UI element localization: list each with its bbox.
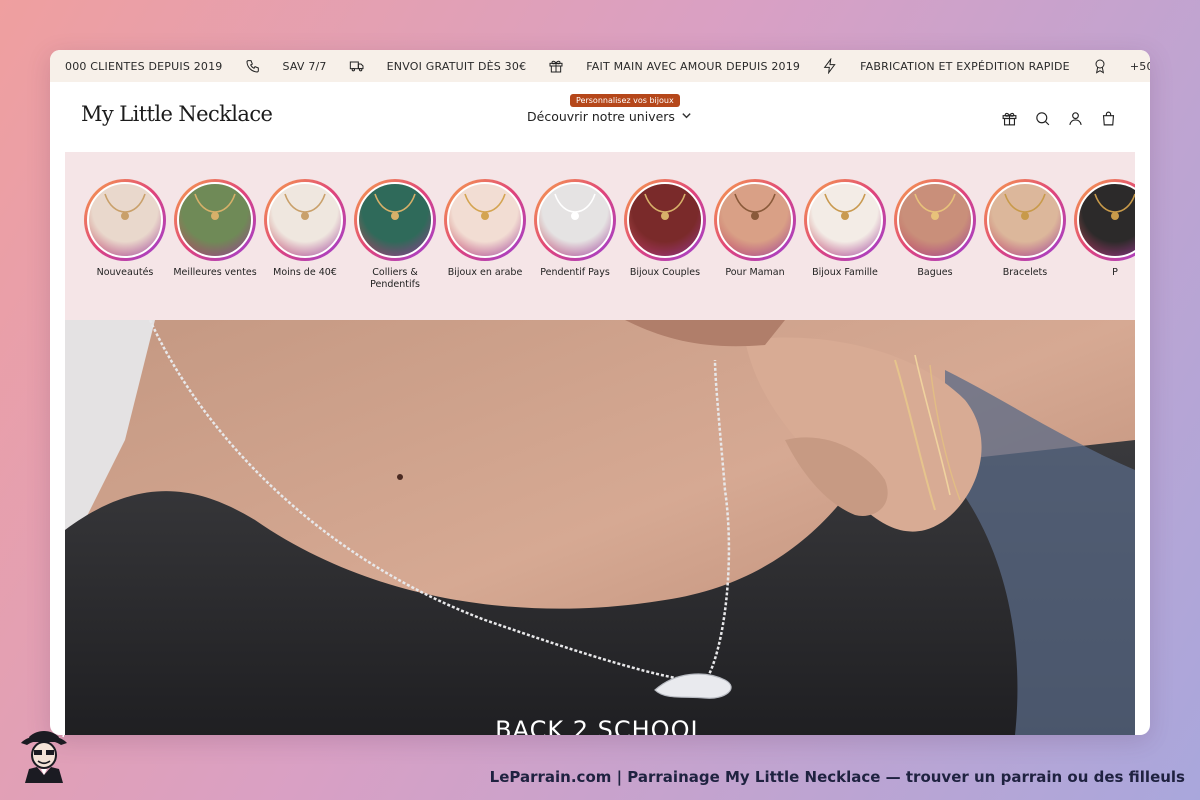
category-item[interactable]: Bijoux Famille: [800, 179, 890, 279]
category-item[interactable]: P: [1070, 179, 1135, 279]
category-carousel: Nouveautés Meilleures ventes Moins de 40€ C…: [65, 152, 1135, 320]
category-image: [1077, 182, 1135, 258]
ticker-item: FAIT MAIN AVEC AMOUR DEPUIS 2019: [575, 58, 849, 74]
category-label: Pendentif Pays: [540, 267, 610, 278]
ticker-item: FABRICATION ET EXPÉDITION RAPIDE: [849, 58, 1119, 74]
category-ring: [894, 179, 976, 261]
jewelry-illustration: [104, 193, 146, 220]
category-label: Bagues: [917, 267, 953, 278]
category-item[interactable]: Pour Maman: [710, 179, 800, 279]
ticker-text: 000 CLIENTES DEPUIS 2019: [65, 59, 223, 73]
chevron-down-icon: [681, 109, 692, 124]
hero-banner[interactable]: BACK 2 SCHOOL: [65, 320, 1135, 735]
gift-icon: [548, 58, 564, 74]
category-item[interactable]: Meilleures ventes: [170, 179, 260, 279]
jewelry-illustration: [644, 193, 686, 220]
category-label: P: [1112, 267, 1118, 278]
category-label: Nouveautés: [96, 267, 154, 278]
category-label: Meilleures ventes: [173, 267, 257, 278]
jewelry-illustration: [284, 193, 326, 220]
ticker-item: +500 000 CLIEN: [1119, 60, 1150, 73]
category-image: [897, 182, 973, 258]
category-ring: [84, 179, 166, 261]
category-item[interactable]: Bagues: [890, 179, 980, 279]
category-image: [807, 182, 883, 258]
promo-tag: Personnalisez vos bijoux: [570, 94, 680, 107]
category-ring: [1074, 179, 1135, 261]
jewelry-illustration: [464, 193, 506, 220]
category-image: [267, 182, 343, 258]
ticker-text: +500 000 CLIEN: [1129, 59, 1150, 73]
category-item[interactable]: Bijoux Couples: [620, 179, 710, 279]
ticker-text: FABRICATION ET EXPÉDITION RAPIDE: [860, 59, 1070, 73]
category-image: [537, 182, 613, 258]
hero-title: BACK 2 SCHOOL: [495, 716, 705, 735]
category-item[interactable]: Colliers & Pendentifs: [350, 179, 440, 291]
category-item[interactable]: Nouveautés: [80, 179, 170, 279]
category-image: [987, 182, 1063, 258]
category-label: Colliers & Pendentifs: [370, 267, 420, 290]
account-icon[interactable]: [1065, 108, 1085, 128]
category-ring: [984, 179, 1066, 261]
category-item[interactable]: Pendentif Pays: [530, 179, 620, 279]
ticker-text: SAV 7/7: [282, 59, 327, 73]
category-ring: [624, 179, 706, 261]
category-image: [717, 182, 793, 258]
ticker-item: SAV 7/7: [272, 58, 376, 74]
ticker-item: ENVOI GRATUIT DÈS 30€: [376, 58, 576, 74]
category-label: Bijoux Couples: [629, 267, 701, 278]
category-ring: [534, 179, 616, 261]
category-image: [177, 182, 253, 258]
category-label: Moins de 40€: [273, 267, 337, 278]
jewelry-illustration: [374, 193, 416, 220]
category-item[interactable]: Bijoux en arabe: [440, 179, 530, 279]
category-image: [357, 182, 433, 258]
page-caption: LeParrain.com | Parrainage My Little Nec…: [489, 768, 1185, 786]
site-header: My Little Necklace Personnalisez vos bij…: [50, 82, 1150, 152]
award-icon: [1092, 58, 1108, 74]
site-logo[interactable]: My Little Necklace: [81, 102, 273, 126]
lightning-icon: [822, 58, 838, 74]
category-ring: [714, 179, 796, 261]
jewelry-illustration: [734, 193, 776, 220]
discover-label: Découvrir notre univers: [527, 109, 675, 124]
category-item[interactable]: Bracelets: [980, 179, 1070, 279]
category-label: Bijoux Famille: [812, 267, 878, 278]
hero-image: [65, 320, 1135, 735]
ticker-text: ENVOI GRATUIT DÈS 30€: [386, 59, 527, 73]
jewelry-illustration: [824, 193, 866, 220]
cart-icon[interactable]: [1098, 108, 1118, 128]
category-ring: [174, 179, 256, 261]
ticker-text: FAIT MAIN AVEC AMOUR DEPUIS 2019: [586, 59, 801, 73]
search-icon[interactable]: [1032, 108, 1052, 128]
category-ring: [804, 179, 886, 261]
jewelry-illustration: [554, 193, 596, 220]
ticker-item: 000 CLIENTES DEPUIS 2019: [54, 58, 272, 74]
category-ring: [354, 179, 436, 261]
jewelry-illustration: [1094, 193, 1135, 220]
announcement-ticker: 000 CLIENTES DEPUIS 2019 SAV 7/7 ENVOI G…: [50, 50, 1150, 82]
browser-window: 000 CLIENTES DEPUIS 2019 SAV 7/7 ENVOI G…: [50, 50, 1150, 735]
jewelry-illustration: [1004, 193, 1046, 220]
category-label: Pour Maman: [725, 267, 785, 278]
category-item[interactable]: Moins de 40€: [260, 179, 350, 279]
category-image: [627, 182, 703, 258]
category-image: [87, 182, 163, 258]
category-label: Bijoux en arabe: [447, 267, 523, 278]
gift-icon[interactable]: [999, 108, 1019, 128]
category-ring: [444, 179, 526, 261]
phone-icon: [245, 58, 261, 74]
mascot-logo: [21, 728, 67, 783]
jewelry-illustration: [194, 193, 236, 220]
category-ring: [264, 179, 346, 261]
jewelry-illustration: [914, 193, 956, 220]
category-image: [447, 182, 523, 258]
category-label: Bracelets: [1002, 267, 1048, 278]
header-actions: [999, 108, 1118, 128]
truck-icon: [349, 58, 365, 74]
discover-menu-button[interactable]: Découvrir notre univers: [527, 109, 692, 124]
